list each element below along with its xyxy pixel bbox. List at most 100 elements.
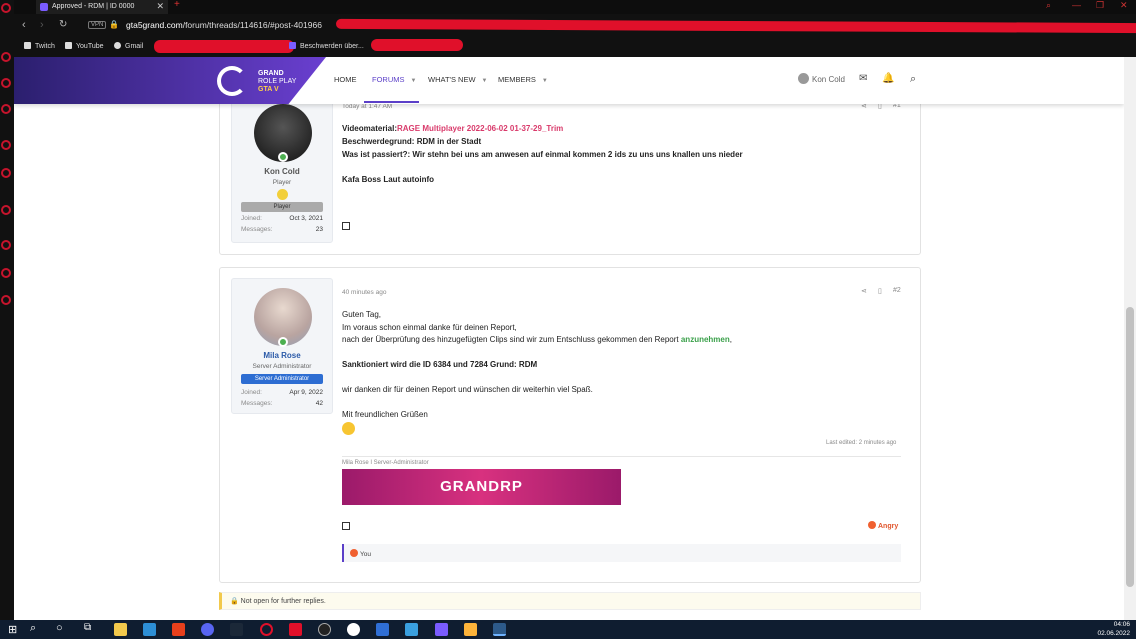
angry-emoji-icon: [350, 549, 358, 557]
post-line: Im voraus schon einmal danke für deinen …: [342, 323, 517, 332]
scrollbar-thumb[interactable]: [1126, 307, 1134, 587]
redaction-mark: [335, 18, 1136, 34]
bell-icon[interactable]: 🔔: [882, 73, 894, 84]
bookmark-icon[interactable]: ▯: [878, 287, 882, 295]
system-clock[interactable]: 04:06 02.06.2022: [1097, 620, 1130, 638]
post-line: Videomaterial:RAGE Multiplayer 2022-06-0…: [342, 124, 564, 133]
active-nav-indicator: [364, 101, 419, 103]
app-icon[interactable]: [376, 623, 389, 636]
post-author[interactable]: Mila Rose: [232, 351, 332, 360]
bookmark-gmail[interactable]: Gmail: [114, 42, 143, 50]
angry-emoji-icon: [868, 521, 876, 529]
office-icon[interactable]: [172, 623, 185, 636]
lock-icon: 🔒: [109, 20, 119, 29]
sidebar-icon[interactable]: [1, 3, 11, 13]
site-header: GRAND ROLE PLAY GTA V HOME FORUMS ▼ WHAT'S …: [14, 57, 1124, 104]
nav-home[interactable]: HOME: [334, 75, 357, 84]
post-2: 40 minutes ago ⋖ ▯ #2 Mila Rose Server A…: [219, 267, 921, 583]
steam-icon[interactable]: [230, 623, 243, 636]
discord-icon[interactable]: [201, 623, 214, 636]
vpn-badge[interactable]: VPN: [88, 21, 107, 29]
nav-forums[interactable]: FORUMS ▼: [372, 75, 416, 84]
browser-tab[interactable]: Approved - RDM | ID 0000 ✕: [36, 0, 168, 14]
app-icon[interactable]: [493, 623, 506, 636]
select-checkbox[interactable]: [342, 222, 350, 230]
close-window-icon[interactable]: ✕: [1120, 0, 1128, 11]
post-line: nach der Überprüfung des hinzugefügten C…: [342, 335, 732, 344]
taskbar: ⊞ ⌕ ○ ⧉ 04:06 02.06.2022: [0, 620, 1136, 639]
signature-banner: GRANDRP: [342, 469, 621, 505]
post-time[interactable]: 40 minutes ago: [342, 289, 386, 296]
user-banner: Server Administrator: [241, 374, 323, 384]
sidebar-icon[interactable]: [1, 205, 11, 215]
opera-gx-icon[interactable]: [260, 623, 273, 636]
sidebar-icon[interactable]: [1, 104, 11, 114]
back-icon[interactable]: ‹: [22, 19, 26, 31]
site-logo[interactable]: GRAND ROLE PLAY GTA V: [14, 57, 326, 104]
file-explorer-icon[interactable]: [114, 623, 127, 636]
post-1: Today at 1:47 AM ⋖ ▯ #1 Kon Cold Player …: [219, 78, 921, 255]
windows-start-icon[interactable]: ⊞: [8, 623, 17, 636]
post-line: Mit freundlichen Grüßen: [342, 410, 428, 419]
bookmark-twitch[interactable]: Twitch: [24, 42, 55, 50]
search-tabs-icon[interactable]: ⌕: [1046, 0, 1051, 11]
cortana-icon[interactable]: ○: [56, 622, 63, 634]
address-bar: ‹ › ↻ VPN 🔒 gta5grand.com/forum/threads/…: [14, 14, 1136, 38]
app-icon[interactable]: [347, 623, 360, 636]
post-number[interactable]: #2: [893, 287, 901, 294]
user-info: Mila Rose Server Administrator Server Ad…: [231, 278, 333, 414]
sidebar-icon[interactable]: [1, 52, 11, 62]
app-icon[interactable]: [289, 623, 302, 636]
search-icon[interactable]: ⌕: [910, 73, 916, 86]
thread-locked-notice: 🔒 Not open for further replies.: [219, 592, 921, 610]
mail-icon[interactable]: [143, 623, 156, 636]
sidebar-icon[interactable]: [1, 268, 11, 278]
messenger-icon[interactable]: [1, 140, 11, 150]
reaction-list[interactable]: You: [342, 544, 901, 562]
bookmark-beschwerden[interactable]: Beschwerden über...: [289, 42, 364, 50]
avatar: [798, 73, 809, 84]
scrollbar[interactable]: [1124, 57, 1136, 620]
whatsapp-icon[interactable]: [1, 168, 11, 178]
app-icon[interactable]: [435, 623, 448, 636]
forward-icon[interactable]: ›: [40, 19, 44, 31]
online-indicator: [278, 152, 288, 162]
post-time[interactable]: Today at 1:47 AM: [342, 103, 392, 110]
forum-page: GRAND ROLE PLAY GTA V HOME FORUMS ▼ WHAT'S …: [14, 57, 1124, 620]
new-tab-icon[interactable]: +: [174, 0, 180, 10]
signature-divider: [342, 456, 901, 457]
user-banner: Player: [241, 202, 323, 212]
close-tab-icon[interactable]: ✕: [156, 0, 164, 13]
settings-icon[interactable]: [1, 295, 11, 305]
video-link[interactable]: RAGE Multiplayer 2022-06-02 01-37-29_Tri…: [397, 124, 563, 133]
inbox-icon[interactable]: ✉: [859, 73, 867, 84]
nav-whats-new[interactable]: WHAT'S NEW ▼: [428, 75, 488, 84]
url-field[interactable]: gta5grand.com/forum/threads/114616/#post…: [126, 20, 322, 30]
reaction-button[interactable]: Angry: [868, 521, 898, 530]
site-favicon-icon: [40, 3, 48, 11]
reload-icon[interactable]: ↻: [59, 19, 67, 30]
bookmark-youtube[interactable]: YouTube: [65, 42, 104, 50]
app-icon[interactable]: [405, 623, 418, 636]
user-title: Server Administrator: [252, 363, 312, 370]
online-indicator: [278, 337, 288, 347]
rockstar-icon[interactable]: [464, 623, 477, 636]
post-line: Sanktioniert wird die ID 6384 und 7284 G…: [342, 360, 538, 369]
nav-members[interactable]: MEMBERS ▼: [498, 75, 548, 84]
search-icon[interactable]: ⌕: [30, 622, 36, 635]
logo-g-icon: [217, 66, 247, 96]
redaction-mark: [371, 39, 463, 51]
post-author[interactable]: Kon Cold: [232, 167, 332, 176]
history-icon[interactable]: [1, 240, 11, 250]
sidebar-icon[interactable]: [1, 78, 11, 88]
last-edited: Last edited: 2 minutes ago: [826, 440, 897, 446]
minimize-icon[interactable]: —: [1072, 0, 1081, 10]
redaction-mark: [154, 40, 294, 53]
app-icon[interactable]: [318, 623, 331, 636]
select-checkbox[interactable]: [342, 522, 350, 530]
task-view-icon[interactable]: ⧉: [84, 622, 91, 633]
share-icon[interactable]: ⋖: [861, 287, 867, 295]
maximize-icon[interactable]: ❐: [1096, 0, 1104, 11]
user-menu[interactable]: Kon Cold: [798, 73, 845, 84]
rank-badge-icon: [277, 189, 288, 200]
